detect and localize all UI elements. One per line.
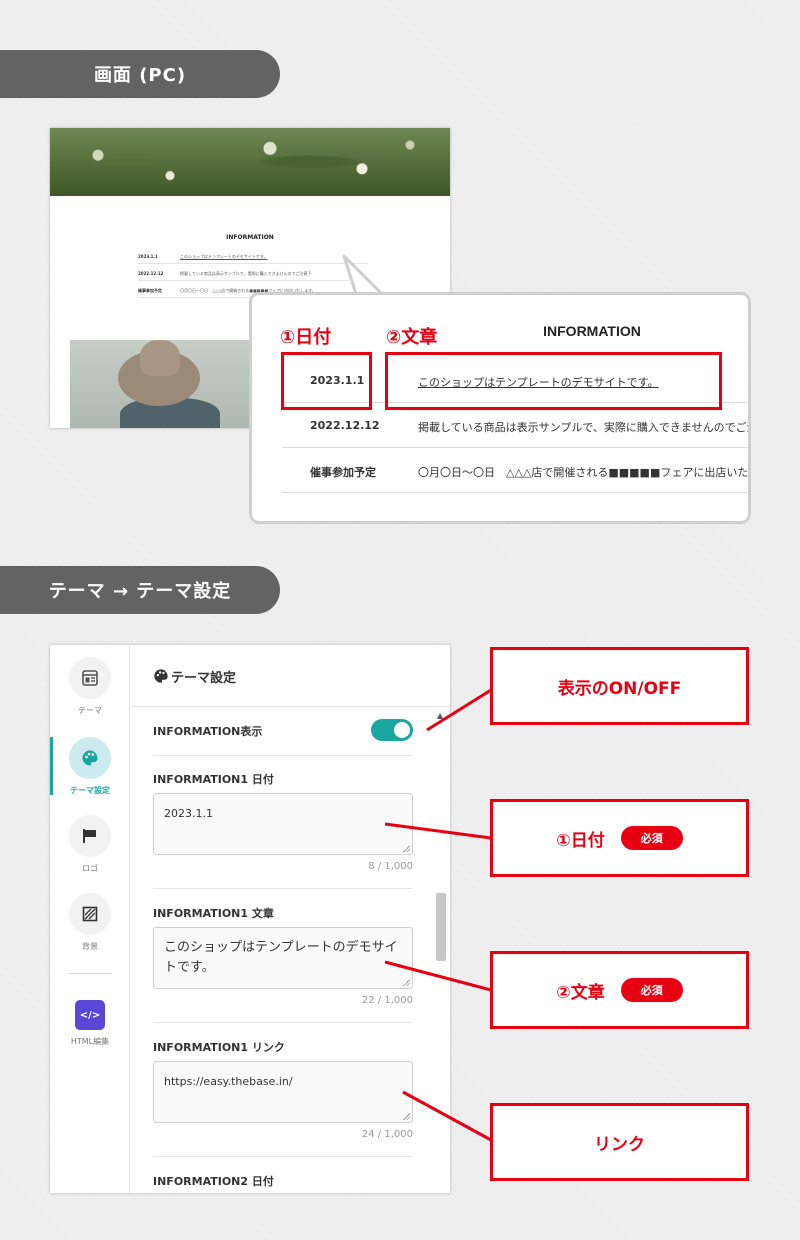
annotation-text: ②文章 (556, 982, 605, 1003)
required-badge: 必須 (620, 826, 683, 850)
annotation-text: リンク (594, 1134, 645, 1155)
annotation-date: ①日付 必須 (490, 799, 749, 877)
annotation-text: ①日付 (556, 830, 605, 851)
required-badge: 必須 (620, 978, 683, 1002)
annotation-onoff: 表示のON/OFF (490, 647, 749, 725)
connector-lines (384, 688, 492, 1142)
annotation-text: 表示のON/OFF (557, 678, 682, 699)
annotation-text-field: ②文章 必須 (490, 951, 749, 1029)
annotation-link: リンク (490, 1103, 749, 1181)
